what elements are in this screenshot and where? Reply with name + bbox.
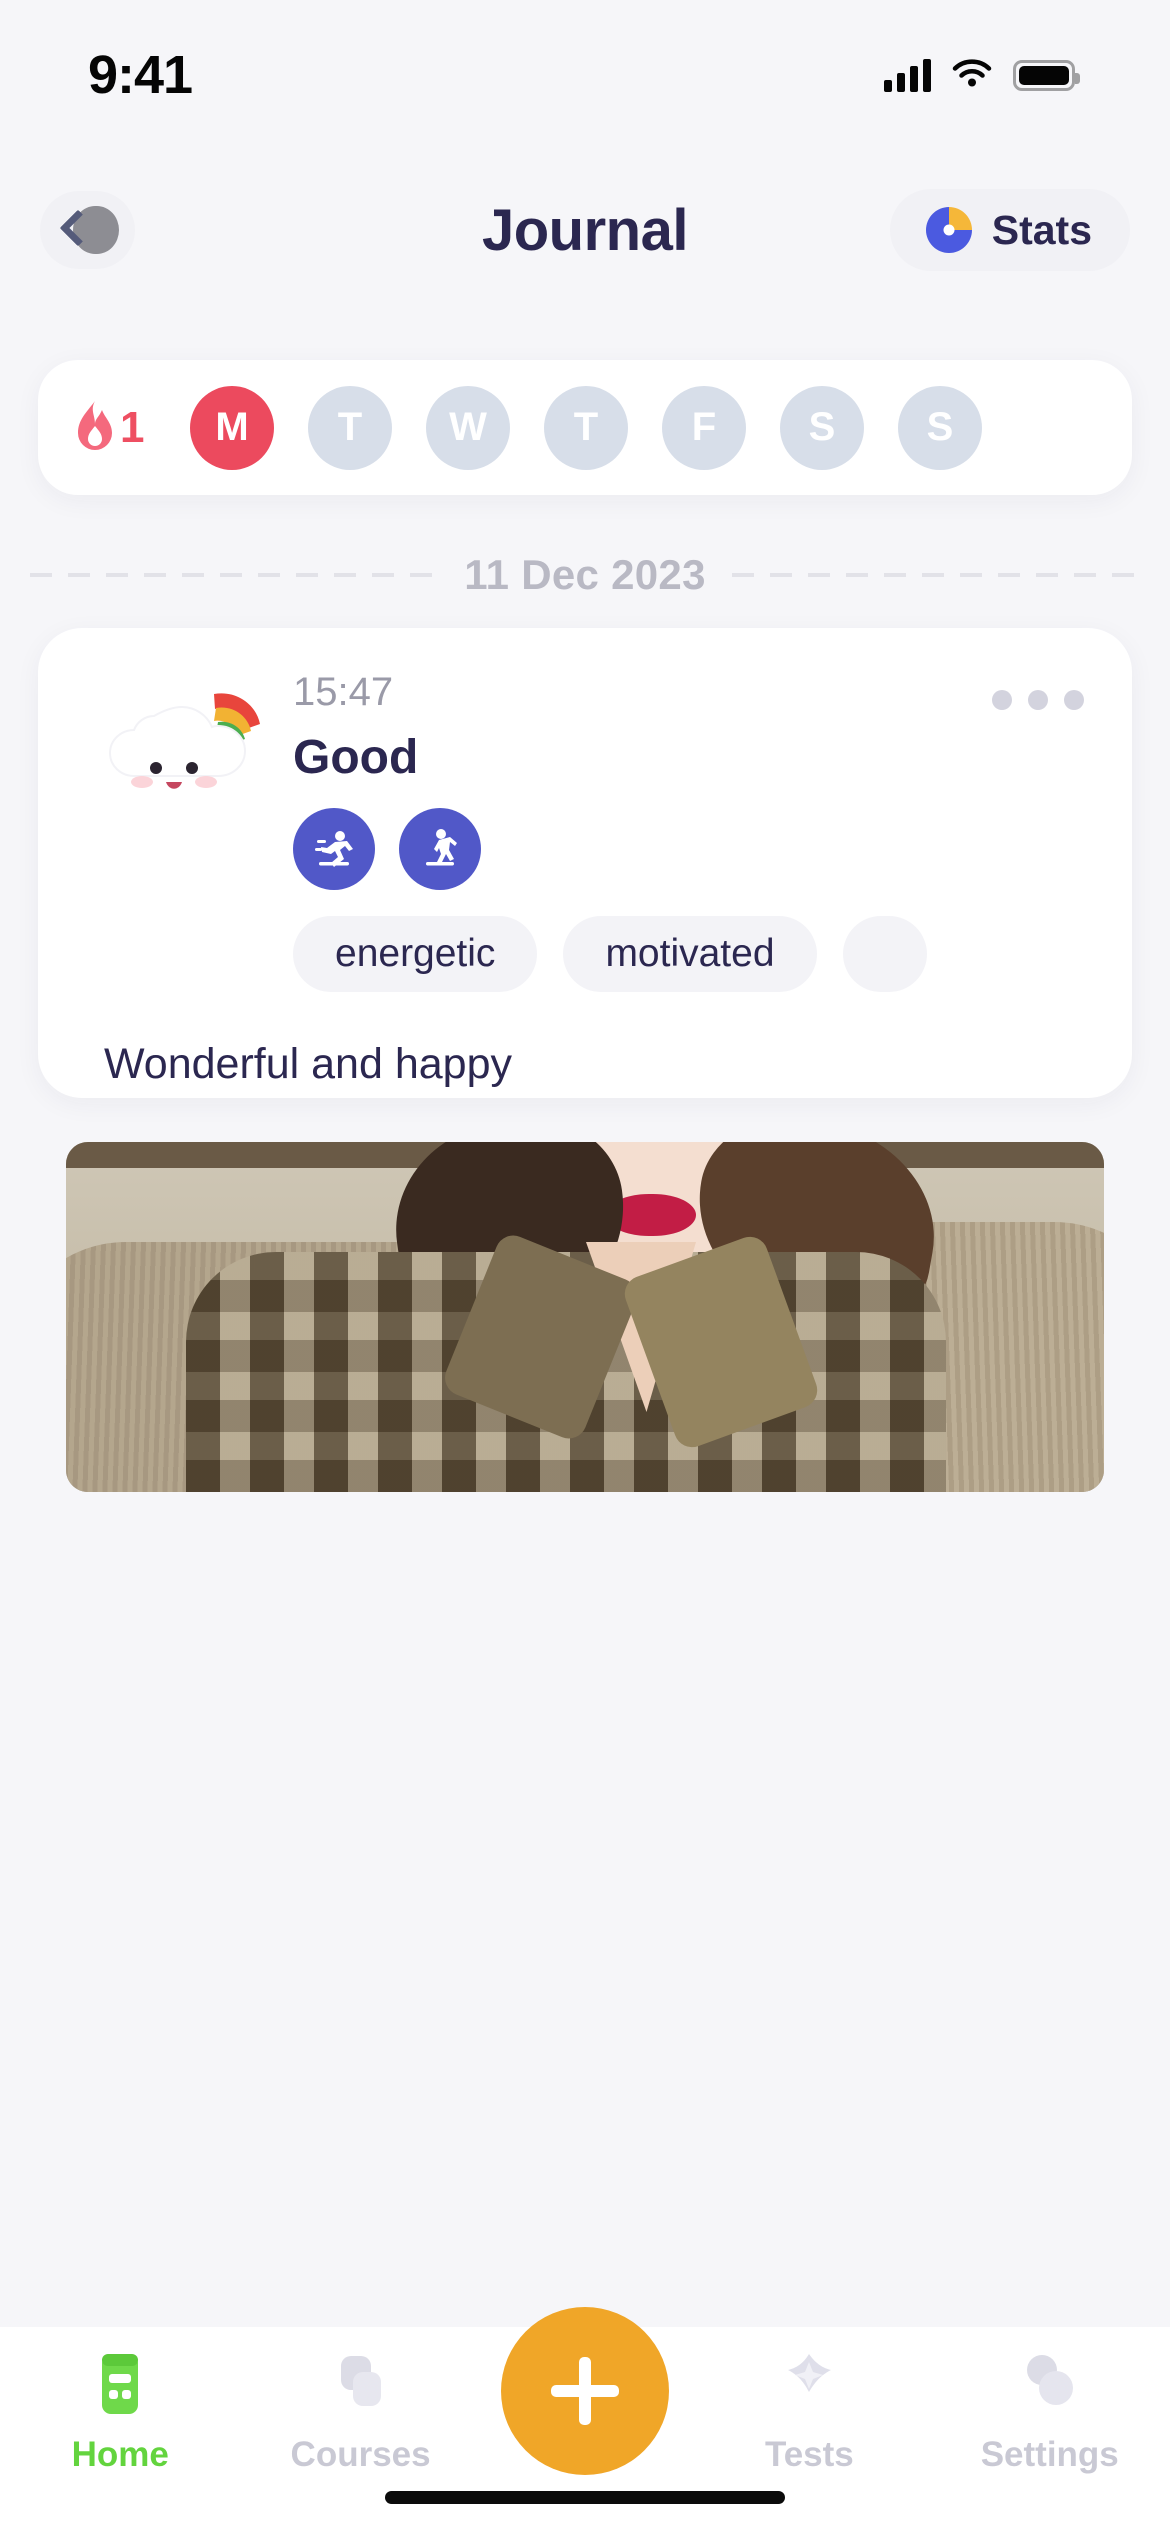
- status-bar-icons: [884, 58, 1080, 92]
- activity-badge-running[interactable]: [293, 808, 375, 890]
- pie-chart-icon: [925, 207, 972, 253]
- activity-badge-walking[interactable]: [399, 808, 481, 890]
- week-day-fri[interactable]: F: [662, 385, 746, 470]
- more-dots-icon: [992, 690, 1012, 710]
- journal-entry-card[interactable]: 15:47 Good energetic motivated Wonderful…: [38, 628, 1132, 1098]
- week-day-wed[interactable]: W: [426, 385, 510, 470]
- sparkle-icon: [788, 2354, 832, 2392]
- books-icon: [102, 2354, 139, 2414]
- nav-item-tests[interactable]: Tests: [709, 2345, 909, 2475]
- battery-icon: [1013, 59, 1080, 91]
- flame-icon: [78, 400, 112, 450]
- back-chevron-icon: [59, 204, 119, 256]
- back-button[interactable]: [40, 191, 135, 269]
- week-day-list: M T W T F S S: [190, 385, 982, 470]
- nav-item-settings[interactable]: Settings: [950, 2345, 1150, 2475]
- entry-header: 15:47 Good energetic motivated: [38, 628, 1132, 992]
- layers-icon: [340, 2356, 381, 2406]
- entry-activity-list: [293, 808, 481, 890]
- stats-button-label: Stats: [991, 206, 1092, 253]
- happy-cloud-rainbow-icon: [108, 693, 260, 789]
- nav-item-courses[interactable]: Courses: [261, 2345, 461, 2475]
- status-bar: 9:41: [0, 0, 1170, 150]
- streak-card: 1 M T W T F S S: [38, 360, 1132, 495]
- plus-icon: [550, 2357, 619, 2425]
- tag-item[interactable]: [842, 916, 927, 992]
- date-divider: 11 Dec 2023: [30, 535, 1140, 615]
- week-day-sat[interactable]: S: [780, 385, 864, 470]
- app-header: Journal Stats: [0, 175, 1170, 285]
- week-day-mon[interactable]: M: [190, 385, 274, 470]
- nav-item-home[interactable]: Home: [20, 2345, 220, 2475]
- nav-label-home: Home: [71, 2435, 169, 2474]
- stats-button[interactable]: Stats: [889, 189, 1130, 271]
- entry-photo[interactable]: [66, 1142, 1104, 1492]
- status-bar-time: 9:41: [88, 45, 193, 105]
- nav-label-tests: Tests: [764, 2435, 854, 2474]
- nav-label-settings: Settings: [980, 2435, 1119, 2474]
- nav-label-courses: Courses: [290, 2435, 431, 2474]
- signal-bars-icon: [884, 58, 931, 92]
- running-icon: [315, 831, 353, 867]
- week-day-tue[interactable]: T: [308, 385, 392, 470]
- home-indicator: [385, 2491, 785, 2504]
- date-divider-label: 11 Dec 2023: [464, 551, 706, 598]
- entry-note-text: Wonderful and happy: [104, 1040, 512, 1088]
- walking-icon: [426, 829, 457, 866]
- streak-counter: 1: [60, 400, 190, 456]
- add-entry-button[interactable]: [500, 2307, 669, 2475]
- entry-mood-label: Good: [293, 731, 419, 784]
- tag-item[interactable]: motivated: [563, 916, 817, 992]
- week-day-sun[interactable]: S: [898, 385, 982, 470]
- entry-tag-list: energetic motivated: [293, 916, 927, 992]
- divider-line-right: [731, 573, 1140, 577]
- wifi-icon: [952, 59, 992, 87]
- week-day-thu[interactable]: T: [544, 385, 628, 470]
- gears-icon: [1026, 2355, 1073, 2405]
- streak-count-value: 1: [120, 402, 145, 452]
- tag-item[interactable]: energetic: [293, 916, 538, 992]
- divider-line-left: [30, 573, 439, 577]
- entry-menu-button[interactable]: [992, 690, 1084, 710]
- entry-time: 15:47: [293, 670, 394, 714]
